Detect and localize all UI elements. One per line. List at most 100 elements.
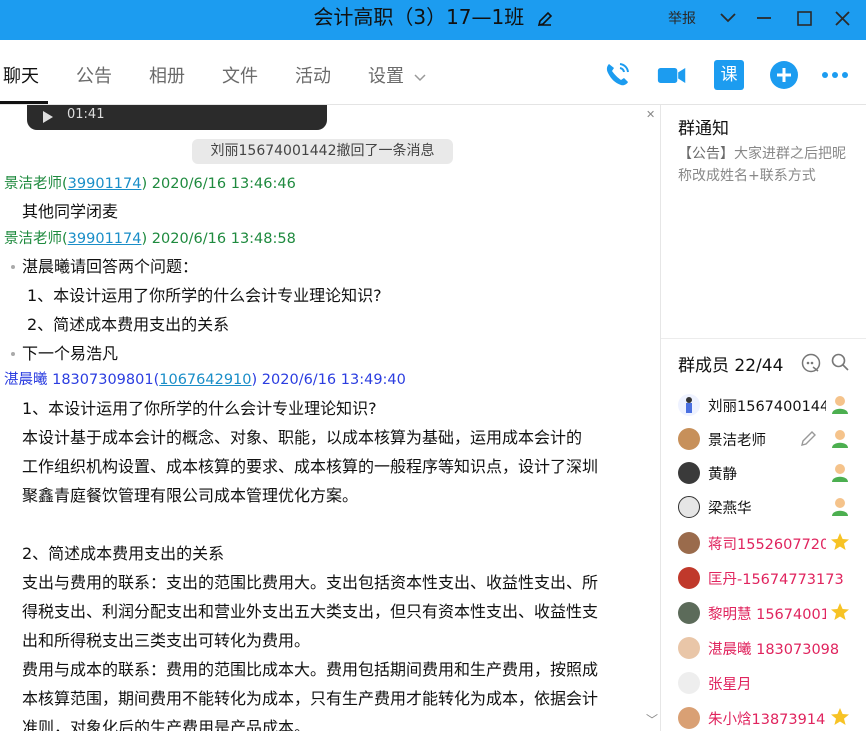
- message-text: 本核算范围，期间费用不能转化为成本，只有生产费用才能转化为成本，依据会计: [22, 689, 599, 708]
- avatar: [678, 567, 700, 589]
- member-status-icon: [832, 396, 848, 414]
- section-divider: [661, 338, 866, 339]
- lesson-icon-label: 课: [720, 65, 738, 85]
- chat-message-area[interactable]: 01:41 ✕ 刘丽15674001442撤回了一条消息 景洁老师(399011…: [0, 105, 660, 731]
- search-icon[interactable]: [831, 353, 849, 371]
- member-item[interactable]: 黄静: [676, 458, 866, 488]
- group-notice-title[interactable]: 群通知: [678, 114, 729, 139]
- message-time: 2020/6/16 13:48:58: [151, 231, 296, 247]
- avatar: [678, 462, 700, 484]
- panel-divider: [660, 105, 661, 731]
- member-name: 蒋司15526077208: [708, 537, 826, 553]
- edit-title-icon[interactable]: [537, 11, 553, 27]
- lesson-icon[interactable]: 课: [714, 60, 744, 90]
- member-status-icon: [832, 430, 848, 448]
- video-message[interactable]: 01:41: [27, 105, 327, 130]
- member-item[interactable]: 黎明慧 15674001: [676, 598, 866, 628]
- member-item[interactable]: 张星月: [676, 668, 866, 698]
- member-status-icon: [832, 498, 848, 516]
- avatar: [678, 428, 700, 450]
- sender-name[interactable]: 景洁老师(: [4, 176, 68, 192]
- message-header: 景洁老师(39901174) 2020/6/16 13:46:46: [4, 175, 296, 193]
- sender-id-close: ): [141, 176, 148, 192]
- message-text: 湛晨曦请回答两个问题：: [22, 257, 199, 276]
- avatar: [678, 707, 700, 729]
- message-time: 2020/6/16 13:46:46: [151, 176, 296, 192]
- message-header: 湛晨曦 18307309801(1067642910) 2020/6/16 13…: [4, 371, 406, 389]
- tab-announcement[interactable]: 公告: [76, 65, 112, 89]
- tab-settings-label: 设置: [368, 66, 404, 87]
- title-bar: 会计高职（3）17—1班 举报: [0, 0, 866, 40]
- minimize-icon[interactable]: [752, 8, 776, 28]
- member-item[interactable]: 湛晨曦 18307309801: [676, 633, 866, 663]
- maximize-icon[interactable]: [792, 8, 816, 28]
- tab-chat[interactable]: 聊天: [3, 65, 39, 89]
- member-name: 刘丽15674001442: [708, 399, 826, 415]
- member-item[interactable]: 景洁老师: [676, 424, 866, 454]
- message-header: 景洁老师(39901174) 2020/6/16 13:48:58: [4, 230, 296, 248]
- member-name: 匡丹-15674773173: [708, 572, 844, 588]
- member-item[interactable]: 匡丹-15674773173: [676, 563, 866, 593]
- tab-album[interactable]: 相册: [149, 65, 185, 89]
- member-name: 黄静: [708, 467, 737, 483]
- member-item[interactable]: 梁燕华: [676, 492, 866, 522]
- tab-bar: 聊天 公告 相册 文件 活动 设置 课: [0, 40, 866, 105]
- message-text: 准则，对象化后的生产费用是产品成本。: [22, 718, 311, 731]
- close-icon[interactable]: [830, 8, 854, 28]
- member-item[interactable]: 朱小焓13873914: [676, 703, 866, 731]
- member-name: 黎明慧 15674001: [708, 607, 826, 623]
- avatar: [678, 672, 700, 694]
- sender-id-link[interactable]: 39901174: [68, 231, 142, 247]
- add-icon[interactable]: [769, 60, 799, 90]
- message-text: 2、简述成本费用支出的关系: [27, 315, 230, 334]
- avatar: [678, 602, 700, 624]
- star-icon: [831, 603, 849, 620]
- active-tab-indicator: [0, 101, 48, 104]
- message-text: 2、简述成本费用支出的关系: [22, 544, 225, 563]
- message-text: 费用与成本的联系：费用的范围比成本大。费用包括期间费用和生产费用，按照成: [22, 660, 599, 679]
- member-item[interactable]: 蒋司15526077208: [676, 528, 866, 558]
- member-item[interactable]: 刘丽15674001442: [676, 390, 866, 420]
- member-name: 梁燕华: [708, 501, 752, 517]
- sender-id-link[interactable]: 1067642910: [159, 372, 251, 388]
- message-text: 本设计基于成本会计的概念、对象、职能，以成本核算为基础，运用成本会计的: [22, 428, 583, 447]
- bullet-dot: [11, 265, 15, 269]
- members-title: 群成员 22/44: [678, 356, 784, 376]
- message-text: 下一个易浩凡: [22, 344, 119, 363]
- message-time: 2020/6/16 13:49:40: [261, 372, 406, 388]
- phone-icon[interactable]: [602, 60, 632, 90]
- report-link[interactable]: 举报: [668, 8, 696, 28]
- video-duration: 01:41: [67, 107, 105, 122]
- qq-group-chat-window: 会计高职（3）17—1班 举报 聊天 公告 相册 文件 活动 设置 课 01:4…: [0, 0, 866, 731]
- message-text: 支出与费用的联系：支出的范围比费用大。支出包括资本性支出、收益性支出、所: [22, 573, 599, 592]
- tab-files[interactable]: 文件: [222, 65, 258, 89]
- tab-activity[interactable]: 活动: [295, 65, 331, 89]
- member-manage-icon[interactable]: [801, 353, 821, 373]
- member-name: 朱小焓13873914: [708, 712, 826, 728]
- sender-id-link[interactable]: 39901174: [68, 176, 142, 192]
- more-icon[interactable]: [820, 60, 850, 90]
- group-notice-text[interactable]: 【公告】大家进群之后把昵称改成姓名+联系方式: [678, 143, 858, 187]
- collapse-icon[interactable]: ✕: [646, 108, 655, 121]
- message-text: 其他同学闭麦: [22, 202, 119, 221]
- member-status-icon: [832, 464, 848, 482]
- star-icon: [831, 533, 849, 550]
- sender-id-close: ): [251, 372, 258, 388]
- video-call-icon[interactable]: [657, 60, 687, 90]
- play-icon[interactable]: [43, 111, 53, 123]
- sender-id-close: ): [141, 231, 148, 247]
- chevron-down-icon[interactable]: [716, 8, 740, 28]
- notice-tag: 【公告】: [678, 146, 734, 162]
- avatar: [678, 496, 700, 518]
- sender-name[interactable]: 湛晨曦 18307309801(: [4, 372, 159, 388]
- sender-name[interactable]: 景洁老师(: [4, 231, 68, 247]
- chevron-down-icon: [414, 74, 426, 82]
- recall-notice: 刘丽15674001442撤回了一条消息: [192, 139, 453, 164]
- star-icon: [831, 708, 849, 725]
- edit-icon[interactable]: [800, 429, 818, 447]
- message-text: 聚鑫青庭餐饮管理有限公司成本管理优化方案。: [22, 486, 359, 505]
- tab-settings[interactable]: 设置: [368, 65, 426, 89]
- scroll-down-icon[interactable]: ﹀: [646, 711, 658, 728]
- avatar: [678, 532, 700, 554]
- message-text: 1、本设计运用了你所学的什么会计专业理论知识?: [22, 399, 377, 418]
